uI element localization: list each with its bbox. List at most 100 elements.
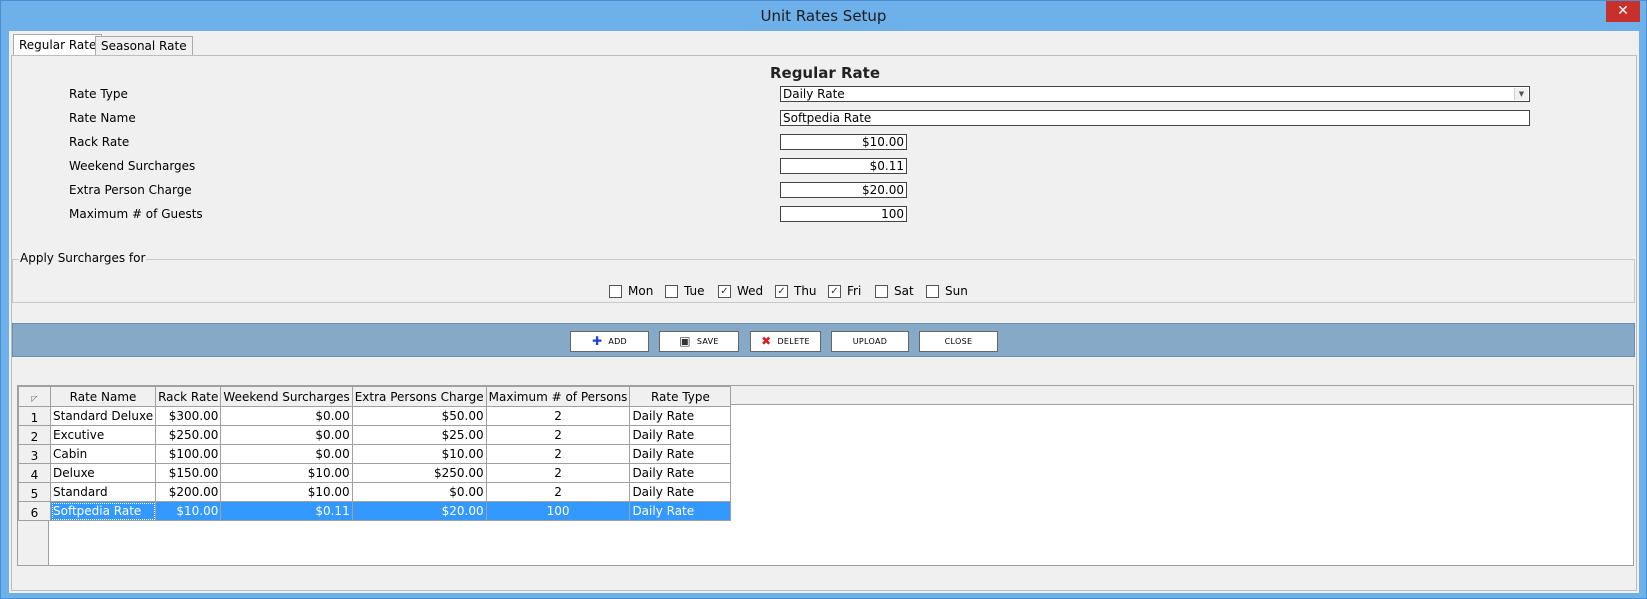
max-guests-input[interactable]: 100 bbox=[780, 206, 907, 222]
floppy-disk-icon: ▣ bbox=[679, 334, 691, 348]
action-toolbar: ✚ ADD ▣ SAVE ✖ DELETE UPLOAD CLOSE bbox=[12, 323, 1635, 357]
checkbox-wed[interactable]: ✓ Wed bbox=[718, 284, 763, 298]
add-button[interactable]: ✚ ADD bbox=[570, 331, 649, 352]
close-button-label: CLOSE bbox=[944, 337, 973, 346]
checkbox-box[interactable] bbox=[926, 285, 939, 298]
row-number[interactable]: 1 bbox=[18, 406, 51, 426]
cell-rack-rate[interactable]: $200.00 bbox=[155, 482, 222, 502]
table-header-row: ◸ Rate Name Rack Rate Weekend Surcharges… bbox=[18, 386, 732, 407]
table-row[interactable]: 5 Standard $200.00 $10.00 $0.00 2 Daily … bbox=[18, 482, 732, 502]
cell-weekend-surcharges[interactable]: $0.00 bbox=[220, 406, 353, 426]
row-number[interactable]: 6 bbox=[18, 501, 51, 521]
cell-rate-type[interactable]: Daily Rate bbox=[629, 501, 732, 521]
cell-rate-name[interactable]: Deluxe bbox=[49, 463, 157, 483]
rate-name-label: Rate Name bbox=[69, 111, 136, 125]
table-row[interactable]: 3 Cabin $100.00 $0.00 $10.00 2 Daily Rat… bbox=[18, 444, 732, 464]
checkbox-tue[interactable]: Tue bbox=[665, 284, 705, 298]
cell-rate-name[interactable]: Standard bbox=[49, 482, 157, 502]
cell-max-persons[interactable]: 100 bbox=[485, 501, 631, 521]
checkbox-box[interactable] bbox=[609, 285, 622, 298]
cell-rack-rate[interactable]: $250.00 bbox=[155, 425, 222, 445]
rates-grid[interactable]: ◸ Rate Name Rack Rate Weekend Surcharges… bbox=[17, 385, 1634, 566]
cell-rack-rate[interactable]: $10.00 bbox=[155, 501, 222, 521]
column-header-rack-rate[interactable]: Rack Rate bbox=[155, 386, 222, 407]
cell-weekend-surcharges[interactable]: $0.00 bbox=[220, 425, 353, 445]
cell-rate-name[interactable]: Cabin bbox=[49, 444, 157, 464]
checkbox-label: Sat bbox=[894, 284, 914, 298]
checkbox-mon[interactable]: Mon bbox=[609, 284, 653, 298]
tab-regular-rate[interactable]: Regular Rate bbox=[13, 34, 103, 57]
tab-seasonal-rate[interactable]: Seasonal Rate bbox=[95, 36, 193, 56]
red-x-icon: ✖ bbox=[761, 334, 772, 348]
save-button[interactable]: ▣ SAVE bbox=[659, 331, 739, 352]
cell-weekend-surcharges[interactable]: $0.11 bbox=[220, 501, 353, 521]
row-number[interactable]: 5 bbox=[18, 482, 51, 502]
checkbox-label: Mon bbox=[628, 284, 654, 298]
cell-extra-persons-charge[interactable]: $10.00 bbox=[351, 444, 487, 464]
row-number[interactable]: 4 bbox=[18, 463, 51, 483]
checkbox-fri[interactable]: ✓ Fri bbox=[828, 284, 861, 298]
checkbox-sat[interactable]: Sat bbox=[875, 284, 914, 298]
table-row[interactable]: 4 Deluxe $150.00 $10.00 $250.00 2 Daily … bbox=[18, 463, 732, 483]
cell-rack-rate[interactable]: $100.00 bbox=[155, 444, 222, 464]
cell-max-persons[interactable]: 2 bbox=[485, 444, 631, 464]
select-all-corner[interactable]: ◸ bbox=[18, 386, 51, 407]
delete-button[interactable]: ✖ DELETE bbox=[750, 331, 821, 352]
chevron-down-icon[interactable]: ▼ bbox=[1514, 88, 1528, 100]
checkmark-icon[interactable]: ✓ bbox=[828, 285, 841, 298]
cell-rack-rate[interactable]: $300.00 bbox=[155, 406, 222, 426]
table-row-selected[interactable]: 6 Softpedia Rate $10.00 $0.11 $20.00 100… bbox=[18, 501, 732, 521]
table-row[interactable]: 2 Excutive $250.00 $0.00 $25.00 2 Daily … bbox=[18, 425, 732, 445]
cell-rate-type[interactable]: Daily Rate bbox=[629, 406, 732, 426]
cell-max-persons[interactable]: 2 bbox=[485, 463, 631, 483]
rate-name-input[interactable]: Softpedia Rate bbox=[780, 110, 1530, 126]
cell-rack-rate[interactable]: $150.00 bbox=[155, 463, 222, 483]
cell-max-persons[interactable]: 2 bbox=[485, 482, 631, 502]
cell-rate-type[interactable]: Daily Rate bbox=[629, 482, 732, 502]
rate-type-dropdown[interactable]: Daily Rate ▼ bbox=[780, 86, 1530, 102]
weekend-surcharges-input[interactable]: $0.11 bbox=[780, 158, 907, 174]
column-header-weekend-surcharges[interactable]: Weekend Surcharges bbox=[220, 386, 353, 407]
checkbox-thu[interactable]: ✓ Thu bbox=[775, 284, 817, 298]
cell-rate-type[interactable]: Daily Rate bbox=[629, 463, 732, 483]
checkbox-sun[interactable]: Sun bbox=[926, 284, 968, 298]
cell-weekend-surcharges[interactable]: $10.00 bbox=[220, 463, 353, 483]
upload-button[interactable]: UPLOAD bbox=[831, 331, 909, 352]
row-number[interactable]: 3 bbox=[18, 444, 51, 464]
cell-max-persons[interactable]: 2 bbox=[485, 406, 631, 426]
rack-rate-input[interactable]: $10.00 bbox=[780, 134, 907, 150]
cell-rate-name[interactable]: Excutive bbox=[49, 425, 157, 445]
cell-rate-type[interactable]: Daily Rate bbox=[629, 425, 732, 445]
regular-rate-panel: Regular Rate Rate Type Daily Rate ▼ Rate… bbox=[11, 55, 1637, 591]
cell-extra-persons-charge[interactable]: $50.00 bbox=[351, 406, 487, 426]
checkmark-icon[interactable]: ✓ bbox=[775, 285, 788, 298]
cell-extra-persons-charge[interactable]: $25.00 bbox=[351, 425, 487, 445]
extra-person-charge-input[interactable]: $20.00 bbox=[780, 182, 907, 198]
cell-max-persons[interactable]: 2 bbox=[485, 425, 631, 445]
cell-weekend-surcharges[interactable]: $0.00 bbox=[220, 444, 353, 464]
cell-rate-type[interactable]: Daily Rate bbox=[629, 444, 732, 464]
table-row[interactable]: 1 Standard Deluxe $300.00 $0.00 $50.00 2… bbox=[18, 406, 732, 426]
cell-rate-name[interactable]: Standard Deluxe bbox=[49, 406, 157, 426]
window-title: Unit Rates Setup bbox=[760, 7, 887, 25]
max-guests-label: Maximum # of Guests bbox=[69, 207, 203, 221]
weekend-surcharges-label: Weekend Surcharges bbox=[69, 159, 196, 173]
cell-extra-persons-charge[interactable]: $250.00 bbox=[351, 463, 487, 483]
column-header-extra-persons-charge[interactable]: Extra Persons Charge bbox=[351, 386, 487, 407]
cell-extra-persons-charge[interactable]: $20.00 bbox=[351, 501, 487, 521]
close-button[interactable]: CLOSE bbox=[919, 331, 998, 352]
cell-extra-persons-charge[interactable]: $0.00 bbox=[351, 482, 487, 502]
column-header-max-persons[interactable]: Maximum # of Persons bbox=[485, 386, 631, 407]
row-number[interactable]: 2 bbox=[18, 425, 51, 445]
window-close-button[interactable]: ✕ bbox=[1606, 1, 1640, 22]
column-header-rate-type[interactable]: Rate Type bbox=[629, 386, 732, 407]
rates-table: ◸ Rate Name Rack Rate Weekend Surcharges… bbox=[18, 386, 732, 521]
cell-weekend-surcharges[interactable]: $10.00 bbox=[220, 482, 353, 502]
title-bar: Unit Rates Setup bbox=[1, 1, 1646, 31]
column-header-rate-name[interactable]: Rate Name bbox=[49, 386, 157, 407]
checkbox-box[interactable] bbox=[875, 285, 888, 298]
checkmark-icon[interactable]: ✓ bbox=[718, 285, 731, 298]
cell-rate-name[interactable]: Softpedia Rate bbox=[49, 501, 157, 521]
rate-type-label: Rate Type bbox=[69, 87, 128, 101]
checkbox-box[interactable] bbox=[665, 285, 678, 298]
